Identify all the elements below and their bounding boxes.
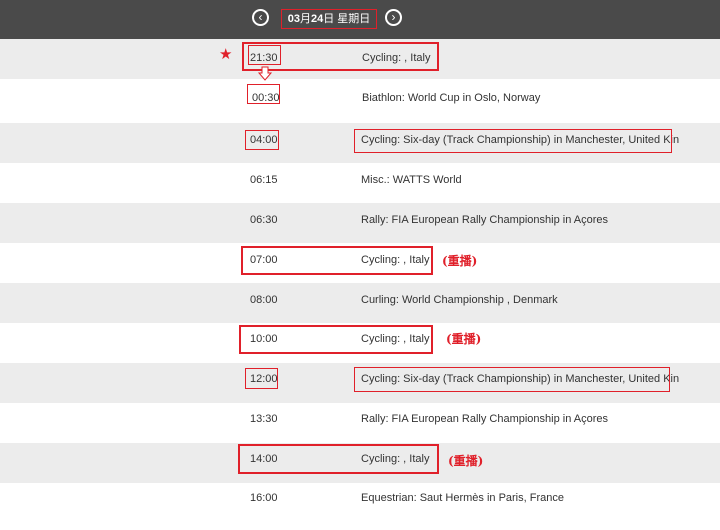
row-event[interactable]: Biathlon: World Cup in Oslo, Norway (362, 92, 540, 104)
date-day: 24 (310, 13, 324, 25)
highlight-box (245, 368, 278, 389)
prev-day-button[interactable]: ‹ (252, 9, 269, 26)
rebroadcast-label: (重播) (442, 254, 478, 268)
chevron-right-icon: › (391, 10, 396, 24)
next-day-button[interactable]: › (385, 9, 402, 26)
rebroadcast-label: (重播) (446, 332, 482, 346)
highlight-box (354, 367, 670, 392)
highlight-box (248, 45, 281, 65)
date-month: 03 (287, 13, 300, 25)
row-event[interactable]: Misc.: WATTS World (361, 174, 462, 186)
schedule-row[interactable]: 00:30 Biathlon: World Cup in Oslo, Norwa… (0, 79, 720, 119)
date-month-unit: 月 (299, 13, 311, 25)
row-time: 08:00 (250, 294, 278, 306)
row-time: 16:00 (250, 492, 278, 504)
row-event[interactable]: Rally: FIA European Rally Championship i… (361, 214, 608, 226)
arrow-down-icon (257, 66, 273, 81)
row-event[interactable]: Curling: World Championship , Denmark (361, 294, 558, 306)
schedule-row[interactable]: 06:30 Rally: FIA European Rally Champion… (0, 203, 720, 243)
row-time: 06:30 (250, 214, 278, 226)
star-icon: ★ (219, 46, 233, 63)
schedule-row[interactable]: 08:00 Curling: World Championship , Denm… (0, 283, 720, 323)
highlight-box (247, 84, 280, 104)
highlight-box (354, 129, 672, 153)
date-header: ‹ 03月24日 星期日 › (0, 0, 720, 39)
schedule-row[interactable]: 06:15 Misc.: WATTS World (0, 163, 720, 203)
highlight-box (238, 444, 439, 474)
schedule-row[interactable]: 16:00 Equestrian: Saut Hermès in Paris, … (0, 483, 720, 523)
date-weekday: 日 星期日 (323, 13, 371, 25)
chevron-left-icon: ‹ (258, 10, 263, 24)
schedule-row[interactable]: 13:30 Rally: FIA European Rally Champion… (0, 403, 720, 443)
row-event[interactable]: Rally: FIA European Rally Championship i… (361, 413, 608, 425)
highlight-box (241, 246, 433, 275)
row-event[interactable]: Equestrian: Saut Hermès in Paris, France (361, 492, 564, 504)
row-time: 13:30 (250, 413, 278, 425)
highlight-box (245, 130, 279, 150)
row-time: 06:15 (250, 174, 278, 186)
highlight-box (239, 325, 433, 354)
rebroadcast-label: (重播) (448, 454, 484, 468)
date-label: 03月24日 星期日 (281, 9, 377, 29)
